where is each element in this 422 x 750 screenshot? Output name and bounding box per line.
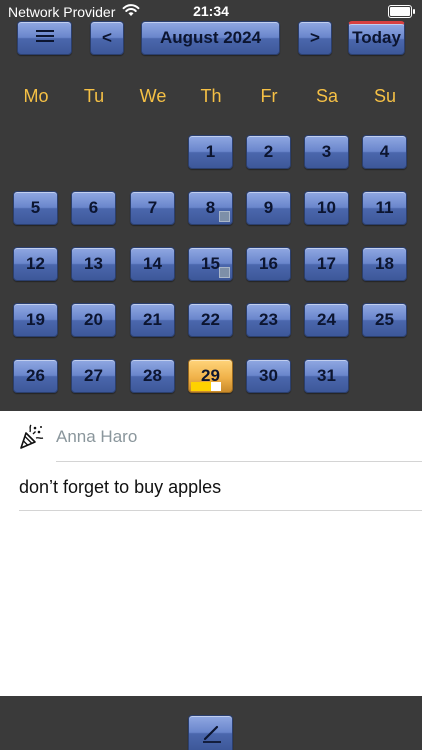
day-cell-26[interactable]: 26 [13, 359, 58, 393]
day-number: 12 [26, 254, 45, 273]
day-number: 20 [84, 310, 103, 329]
day-number: 15 [201, 254, 220, 273]
day-cell-7[interactable]: 7 [130, 191, 175, 225]
divider [19, 510, 422, 511]
today-button[interactable]: Today [348, 21, 405, 55]
weekday-label: Su [373, 86, 397, 106]
day-cell-24[interactable]: 24 [304, 303, 349, 337]
status-bar: Network Provider 21:34 [0, 0, 422, 22]
entry-author[interactable]: Anna Haro [56, 427, 137, 447]
previous-month-button[interactable]: < [90, 21, 124, 55]
day-number: 16 [259, 254, 278, 273]
day-cell-5[interactable]: 5 [13, 191, 58, 225]
hamburger-icon [36, 30, 54, 44]
day-cell-12[interactable]: 12 [13, 247, 58, 281]
day-cell-6[interactable]: 6 [71, 191, 116, 225]
day-cell-22[interactable]: 22 [188, 303, 233, 337]
day-cell-8[interactable]: 8 [188, 191, 233, 225]
day-cell-27[interactable]: 27 [71, 359, 116, 393]
day-cell-1[interactable]: 1 [188, 135, 233, 169]
day-cell-10[interactable]: 10 [304, 191, 349, 225]
day-number: 3 [321, 142, 332, 161]
day-number: 5 [30, 198, 41, 217]
day-number: 19 [26, 310, 45, 329]
day-number: 11 [375, 198, 394, 217]
day-cell-2[interactable]: 2 [246, 135, 291, 169]
weekday-label: Th [200, 86, 222, 106]
selected-day-indicator [211, 382, 221, 391]
day-cell-21[interactable]: 21 [130, 303, 175, 337]
entry-note-text[interactable]: don’t forget to buy apples [19, 477, 221, 498]
weekday-label: Fr [260, 86, 278, 106]
weekday-label: Sa [315, 86, 339, 106]
entry-marker [219, 267, 230, 278]
day-cell-4[interactable]: 4 [362, 135, 407, 169]
day-number: 4 [379, 142, 390, 161]
day-number: 25 [375, 310, 394, 329]
month-title-button[interactable]: August 2024 [141, 21, 280, 55]
entry-marker [219, 211, 230, 222]
day-cell-15[interactable]: 15 [188, 247, 233, 281]
menu-button[interactable] [17, 21, 72, 55]
day-cell-18[interactable]: 18 [362, 247, 407, 281]
day-cell-28[interactable]: 28 [130, 359, 175, 393]
selected-day-indicator [191, 382, 211, 391]
pencil-icon [203, 725, 221, 743]
day-cell-23[interactable]: 23 [246, 303, 291, 337]
day-number: 8 [205, 198, 216, 217]
day-number: 10 [317, 198, 336, 217]
day-number: 2 [263, 142, 274, 161]
weekday-label: Mo [23, 86, 49, 106]
battery-icon [388, 5, 415, 18]
day-cell-11[interactable]: 11 [362, 191, 407, 225]
day-cell-9[interactable]: 9 [246, 191, 291, 225]
weekday-label: Tu [83, 86, 105, 106]
day-number: 6 [88, 198, 99, 217]
day-number: 22 [201, 310, 220, 329]
day-number: 9 [263, 198, 274, 217]
next-month-button[interactable]: > [298, 21, 332, 55]
day-number: 21 [143, 310, 162, 329]
day-number: 31 [317, 366, 336, 385]
day-cell-17[interactable]: 17 [304, 247, 349, 281]
day-cell-16[interactable]: 16 [246, 247, 291, 281]
day-number: 14 [143, 254, 162, 273]
edit-button[interactable] [188, 715, 233, 750]
day-number: 1 [205, 142, 216, 161]
day-number: 7 [147, 198, 158, 217]
day-cell-31[interactable]: 31 [304, 359, 349, 393]
day-number: 24 [317, 310, 336, 329]
weekday-label: We [139, 86, 167, 106]
day-number: 30 [259, 366, 278, 385]
day-cell-20[interactable]: 20 [71, 303, 116, 337]
day-cell-19[interactable]: 19 [13, 303, 58, 337]
day-cell-3[interactable]: 3 [304, 135, 349, 169]
day-cell-29[interactable]: 29 [188, 359, 233, 393]
day-number: 17 [317, 254, 336, 273]
day-cell-30[interactable]: 30 [246, 359, 291, 393]
day-cell-13[interactable]: 13 [71, 247, 116, 281]
day-number: 26 [26, 366, 45, 385]
day-cell-25[interactable]: 25 [362, 303, 407, 337]
clock: 21:34 [193, 3, 229, 19]
entry-panel: Anna Haro don’t forget to buy apples [0, 411, 422, 696]
day-number: 18 [375, 254, 394, 273]
day-number: 23 [259, 310, 278, 329]
day-number: 13 [84, 254, 103, 273]
bottom-toolbar [0, 696, 422, 750]
party-popper-icon [20, 424, 44, 449]
day-number: 27 [84, 366, 103, 385]
day-cell-14[interactable]: 14 [130, 247, 175, 281]
divider [56, 461, 422, 462]
day-number: 28 [143, 366, 162, 385]
